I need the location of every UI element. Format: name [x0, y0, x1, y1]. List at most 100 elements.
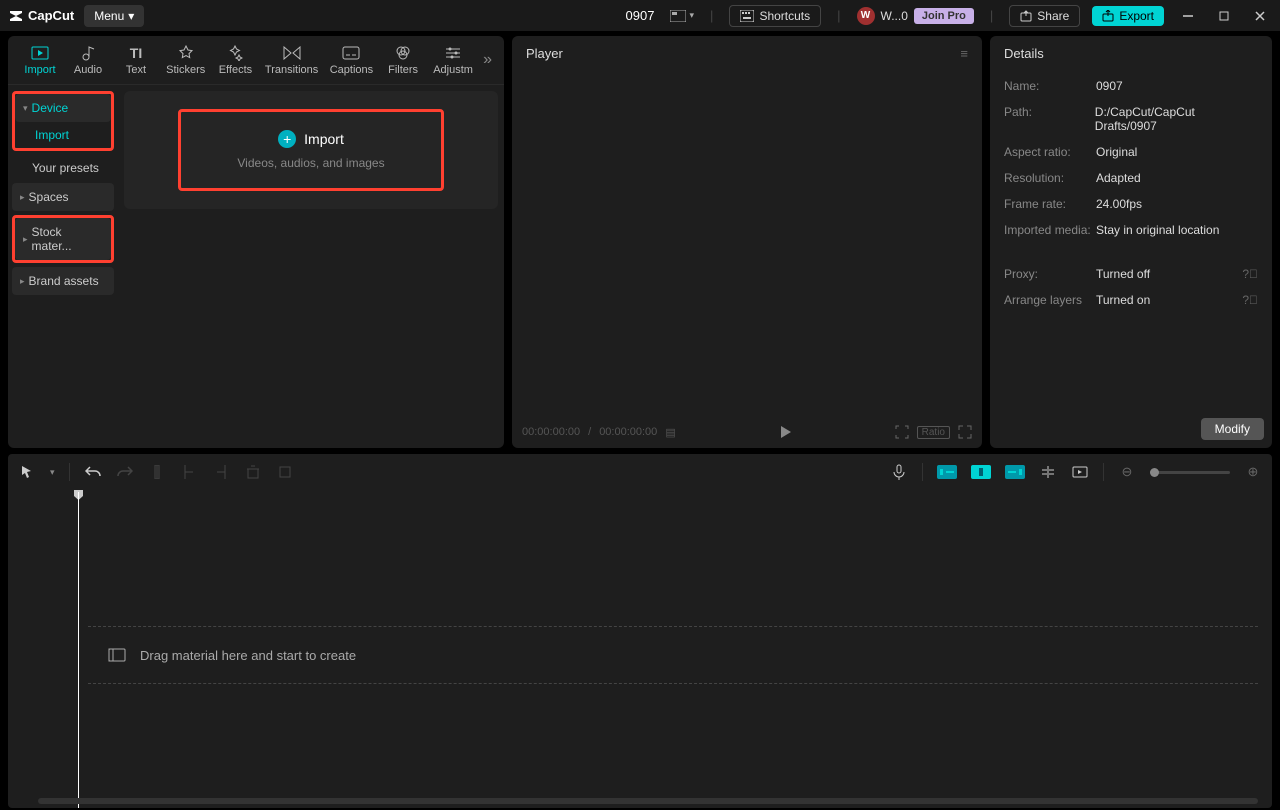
separator: | [710, 8, 713, 23]
chevron-down-icon[interactable]: ▾ [50, 467, 55, 478]
list-icon[interactable]: ▤ [665, 426, 675, 439]
tab-audio[interactable]: Audio [64, 40, 112, 80]
media-content: + Import Videos, audios, and images [118, 85, 504, 448]
shortcuts-button[interactable]: Shortcuts [729, 5, 821, 27]
player-header: Player ≡ [512, 36, 982, 71]
label-aspect: Aspect ratio: [1004, 145, 1096, 159]
tool-tabstrip: Import Audio TI Text Stickers Effects Tr… [8, 36, 504, 85]
sidebar-item-stock[interactable]: ▸ Stock mater... [15, 218, 111, 260]
app-logo: CapCut [8, 8, 74, 24]
mic-icon[interactable] [890, 463, 908, 481]
adjustment-icon [444, 44, 462, 62]
delete-tool[interactable] [244, 463, 262, 481]
redo-button[interactable] [116, 463, 134, 481]
playhead-line [78, 492, 79, 808]
sidebar-item-presets[interactable]: Your presets [12, 155, 114, 181]
tab-captions[interactable]: Captions [324, 40, 379, 80]
keyboard-icon [740, 10, 754, 22]
value-aspect: Original [1096, 145, 1137, 159]
close-button[interactable] [1248, 4, 1272, 28]
zoom-slider[interactable] [1150, 471, 1230, 474]
share-icon [1020, 10, 1032, 22]
plus-icon: + [278, 130, 296, 148]
share-label: Share [1037, 9, 1069, 23]
caret-right-icon: ▸ [20, 192, 25, 203]
user-name: W...0 [881, 9, 908, 23]
player-menu-icon[interactable]: ≡ [960, 46, 968, 61]
ratio-button[interactable]: Ratio [917, 426, 950, 439]
minimize-button[interactable] [1176, 4, 1200, 28]
crop-tool[interactable] [276, 463, 294, 481]
zoom-out[interactable]: ⊖ [1118, 463, 1136, 481]
timeline-drop-text: Drag material here and start to create [140, 648, 356, 663]
sidebar-item-spaces[interactable]: ▸ Spaces [12, 183, 114, 211]
pointer-tool[interactable] [18, 463, 36, 481]
magnet-center[interactable] [971, 465, 991, 479]
trim-left-tool[interactable] [180, 463, 198, 481]
focus-icon[interactable] [895, 425, 909, 439]
tab-transitions[interactable]: Transitions [259, 40, 323, 80]
tab-import[interactable]: Import [16, 40, 64, 80]
transitions-icon [283, 44, 301, 62]
tab-filters[interactable]: Filters [379, 40, 427, 80]
menu-button[interactable]: Menu ▾ [84, 5, 144, 27]
user-cluster[interactable]: W W...0 Join Pro [857, 7, 974, 25]
sidebar-item-import[interactable]: Import [15, 122, 111, 148]
join-pro-badge[interactable]: Join Pro [914, 8, 974, 24]
undo-button[interactable] [84, 463, 102, 481]
play-button[interactable] [778, 425, 792, 439]
preview-icon[interactable] [1071, 463, 1089, 481]
modify-button[interactable]: Modify [1201, 418, 1264, 440]
export-button[interactable]: Export [1092, 6, 1164, 26]
maximize-button[interactable] [1212, 4, 1236, 28]
timeline-scrollbar[interactable] [38, 798, 1258, 804]
tab-text[interactable]: TI Text [112, 40, 160, 80]
captions-icon [342, 44, 360, 62]
sidebar-item-device[interactable]: ▾ Device [15, 94, 111, 122]
share-button[interactable]: Share [1009, 5, 1080, 27]
magnet-left[interactable] [937, 465, 957, 479]
highlight-device-import: ▾ Device Import [12, 91, 114, 151]
value-resolution: Adapted [1096, 171, 1141, 185]
shortcuts-label: Shortcuts [759, 9, 810, 23]
avatar: W [857, 7, 875, 25]
tabs-more-button[interactable]: » [479, 51, 496, 69]
tab-effects[interactable]: Effects [211, 40, 259, 80]
export-label: Export [1119, 9, 1154, 23]
media-panel: Import Audio TI Text Stickers Effects Tr… [8, 36, 504, 448]
zoom-in[interactable]: ⊕ [1244, 463, 1262, 481]
import-dropzone[interactable]: + Import Videos, audios, and images [124, 91, 498, 209]
layout-toggle[interactable]: ▾ [670, 10, 695, 22]
separator: | [837, 8, 840, 23]
import-subtitle: Videos, audios, and images [237, 156, 384, 170]
sidebar-item-brand[interactable]: ▸ Brand assets [12, 267, 114, 295]
sticker-icon [177, 44, 195, 62]
timeline-dropzone[interactable]: Drag material here and start to create [88, 626, 1258, 684]
divider [1103, 463, 1104, 481]
highlight-stock: ▸ Stock mater... [12, 215, 114, 263]
label-imported: Imported media: [1004, 223, 1096, 237]
time-total: 00:00:00:00 [599, 426, 657, 438]
fullscreen-icon[interactable] [958, 425, 972, 439]
media-icon [108, 648, 126, 662]
player-controls: 00:00:00:00 / 00:00:00:00 ▤ Ratio [512, 416, 982, 448]
chevron-down-icon: ▾ [128, 9, 134, 23]
tab-stickers[interactable]: Stickers [160, 40, 211, 80]
timeline[interactable]: Drag material here and start to create [8, 490, 1272, 808]
split-tool[interactable] [148, 463, 166, 481]
help-icon[interactable]: ?⃝ [1242, 293, 1258, 307]
import-icon [31, 44, 49, 62]
help-icon[interactable]: ?⃝ [1242, 267, 1258, 281]
tab-adjustment[interactable]: Adjustm [427, 40, 479, 80]
time-sep: / [588, 426, 591, 438]
details-title: Details [990, 36, 1272, 71]
magnet-right[interactable] [1005, 465, 1025, 479]
separator: | [990, 8, 993, 23]
audio-icon [79, 44, 97, 62]
trim-right-tool[interactable] [212, 463, 230, 481]
filters-icon [394, 44, 412, 62]
highlight-import-box: + Import Videos, audios, and images [178, 109, 443, 191]
text-icon: TI [127, 44, 145, 62]
player-viewport[interactable] [512, 71, 982, 416]
align-icon[interactable] [1039, 463, 1057, 481]
